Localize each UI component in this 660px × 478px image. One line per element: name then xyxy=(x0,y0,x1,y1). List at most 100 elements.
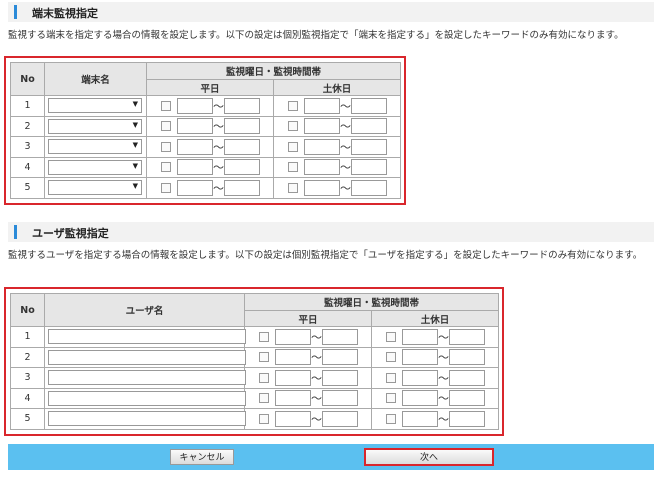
holiday-checkbox[interactable] xyxy=(386,352,396,363)
user-name-input[interactable] xyxy=(48,411,246,427)
weekday-end-time-input[interactable] xyxy=(224,159,260,176)
footer-bar: キャンセル 次へ xyxy=(8,444,654,470)
table-row: 3 ▼ ～ ～ xyxy=(10,136,402,158)
weekday-start-time-input[interactable] xyxy=(177,159,213,176)
terminal-name-select[interactable]: ▼ xyxy=(48,139,142,155)
holiday-start-time-input[interactable] xyxy=(304,97,340,114)
holiday-checkbox[interactable] xyxy=(386,393,396,404)
weekday-end-time-input[interactable] xyxy=(224,179,260,196)
weekday-start-time-input[interactable] xyxy=(275,369,311,386)
holiday-end-time-input[interactable] xyxy=(351,179,387,196)
weekday-end-time-input[interactable] xyxy=(322,349,358,366)
user-name-input[interactable] xyxy=(48,390,246,406)
table-row: 2 ▼ ～ ～ xyxy=(10,115,402,137)
holiday-start-time-input[interactable] xyxy=(402,410,438,427)
holiday-start-time-input[interactable] xyxy=(402,349,438,366)
weekday-checkbox[interactable] xyxy=(161,121,171,132)
holiday-checkbox[interactable] xyxy=(288,141,298,152)
holiday-end-time-input[interactable] xyxy=(351,97,387,114)
holiday-checkbox[interactable] xyxy=(288,121,298,132)
holiday-checkbox[interactable] xyxy=(386,372,396,383)
weekday-end-time-input[interactable] xyxy=(322,328,358,345)
terminal-name-select[interactable]: ▼ xyxy=(48,118,142,134)
weekday-start-time-input[interactable] xyxy=(275,410,311,427)
holiday-start-time-input[interactable] xyxy=(402,390,438,407)
holiday-start-time-input[interactable] xyxy=(402,369,438,386)
holiday-end-time-input[interactable] xyxy=(351,118,387,135)
holiday-end-time-input[interactable] xyxy=(351,138,387,155)
user-name-input[interactable] xyxy=(48,329,246,345)
weekday-end-time-input[interactable] xyxy=(322,390,358,407)
user-table: No ユーザ名 監視曜日・監視時間帯 平日 土休日 1 ～ ～ 2 ～ ～ 3 ～ ～ 4 ～ ～ 5 ～… xyxy=(10,293,500,430)
weekday-checkbox[interactable] xyxy=(259,413,269,424)
weekday-checkbox[interactable] xyxy=(259,372,269,383)
holiday-end-time-input[interactable] xyxy=(449,349,485,366)
weekday-start-time-input[interactable] xyxy=(275,390,311,407)
weekday-checkbox[interactable] xyxy=(161,182,171,193)
col-header-no: No xyxy=(10,293,45,327)
tilde-separator: ～ xyxy=(438,330,449,344)
row-number: 3 xyxy=(10,136,45,158)
tilde-separator: ～ xyxy=(311,351,322,365)
user-name-input[interactable] xyxy=(48,370,246,386)
holiday-start-time-input[interactable] xyxy=(304,179,340,196)
terminal-name-select[interactable]: ▼ xyxy=(48,159,142,175)
tilde-separator: ～ xyxy=(311,412,322,426)
holiday-checkbox[interactable] xyxy=(288,100,298,111)
weekday-end-time-input[interactable] xyxy=(322,369,358,386)
holiday-start-time-input[interactable] xyxy=(304,159,340,176)
table-row: 5 ～ ～ xyxy=(10,408,500,430)
tilde-separator: ～ xyxy=(340,181,351,195)
weekday-end-time-input[interactable] xyxy=(224,97,260,114)
weekday-end-time-input[interactable] xyxy=(224,118,260,135)
holiday-end-time-input[interactable] xyxy=(449,369,485,386)
weekday-checkbox[interactable] xyxy=(161,141,171,152)
tilde-separator: ～ xyxy=(213,120,224,134)
next-button[interactable]: 次へ xyxy=(364,448,494,466)
weekday-start-time-input[interactable] xyxy=(177,118,213,135)
col-header-holiday: 土休日 xyxy=(370,310,500,327)
tilde-separator: ～ xyxy=(340,140,351,154)
terminal-section-title: 端末監視指定 xyxy=(32,7,98,20)
weekday-checkbox[interactable] xyxy=(161,100,171,111)
user-name-input[interactable] xyxy=(48,349,246,365)
weekday-checkbox[interactable] xyxy=(259,352,269,363)
weekday-checkbox[interactable] xyxy=(259,393,269,404)
holiday-start-time-input[interactable] xyxy=(304,138,340,155)
tilde-separator: ～ xyxy=(340,161,351,175)
col-header-holiday: 土休日 xyxy=(272,79,402,96)
holiday-end-time-input[interactable] xyxy=(449,328,485,345)
holiday-checkbox[interactable] xyxy=(386,413,396,424)
cancel-button[interactable]: キャンセル xyxy=(170,449,234,465)
table-row: 5 ▼ ～ ～ xyxy=(10,177,402,199)
tilde-separator: ～ xyxy=(311,371,322,385)
weekday-checkbox[interactable] xyxy=(161,162,171,173)
holiday-end-time-input[interactable] xyxy=(449,390,485,407)
holiday-checkbox[interactable] xyxy=(288,162,298,173)
weekday-start-time-input[interactable] xyxy=(177,97,213,114)
weekday-start-time-input[interactable] xyxy=(275,328,311,345)
holiday-checkbox[interactable] xyxy=(386,331,396,342)
table-row: 1 ▼ ～ ～ xyxy=(10,95,402,117)
terminal-name-select[interactable]: ▼ xyxy=(48,98,142,114)
col-header-user-name: ユーザ名 xyxy=(44,293,245,327)
col-header-weekday: 平日 xyxy=(244,310,372,327)
weekday-start-time-input[interactable] xyxy=(275,349,311,366)
terminal-section-description: 監視する端末を指定する場合の情報を設定します。以下の設定は個別監視指定で「端末を… xyxy=(8,30,624,41)
tilde-separator: ～ xyxy=(213,181,224,195)
holiday-end-time-input[interactable] xyxy=(351,159,387,176)
section-accent-bar xyxy=(14,5,17,19)
row-number: 5 xyxy=(10,408,45,430)
holiday-start-time-input[interactable] xyxy=(402,328,438,345)
weekday-end-time-input[interactable] xyxy=(322,410,358,427)
weekday-end-time-input[interactable] xyxy=(224,138,260,155)
weekday-start-time-input[interactable] xyxy=(177,179,213,196)
holiday-end-time-input[interactable] xyxy=(449,410,485,427)
weekday-checkbox[interactable] xyxy=(259,331,269,342)
weekday-start-time-input[interactable] xyxy=(177,138,213,155)
user-section-title: ユーザ監視指定 xyxy=(32,227,109,240)
holiday-checkbox[interactable] xyxy=(288,182,298,193)
holiday-start-time-input[interactable] xyxy=(304,118,340,135)
col-header-weekday: 平日 xyxy=(146,79,274,96)
terminal-name-select[interactable]: ▼ xyxy=(48,180,142,196)
